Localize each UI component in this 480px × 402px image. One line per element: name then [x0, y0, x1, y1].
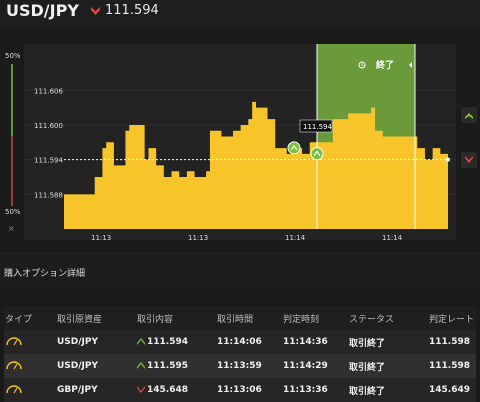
gauge-icon [6, 384, 22, 393]
option-type-icon [4, 354, 56, 378]
table-row[interactable]: GBP/JPY 145.648 11:13:06 11:13:36 取引終了 1… [4, 378, 476, 402]
y-tick-label: 111.594 [34, 157, 63, 165]
asset-cell: USD/JPY [57, 337, 99, 347]
y-tick-label: 111.588 [34, 191, 63, 199]
option-type-icon [4, 330, 56, 354]
trade-time-cell: 11:13:59 [217, 361, 262, 371]
current-price-dot [446, 157, 450, 162]
gauge-bottom-percent: 50% [5, 208, 21, 216]
price-header: USD/JPY 111.594 [0, 0, 480, 28]
sentiment-gauge: 50% 50% × [0, 44, 24, 236]
content-cell: 145.648 [136, 378, 216, 402]
table-row[interactable]: USD/JPY 111.594 11:14:06 11:14:36 取引終了 1… [4, 330, 476, 354]
col-asset: 取引原資産 [57, 314, 103, 325]
status-cell: 取引終了 [349, 362, 386, 373]
col-judge-time: 判定時刻 [283, 314, 320, 325]
judge-time-cell: 11:14:36 [283, 337, 328, 347]
entry-marker [310, 147, 324, 161]
gauge-up-bar [11, 64, 13, 136]
table-header-row: タイプ 取引原資産 取引内容 取引時間 判定時刻 ステータス 判定レート [4, 306, 476, 330]
currency-pair-title: USD/JPY [6, 1, 79, 20]
gauge-icon [6, 336, 22, 345]
status-cell: 取引終了 [349, 338, 386, 349]
col-status: ステータス [349, 314, 395, 325]
y-tick-label: 111.600 [34, 122, 63, 130]
gauge-icon [6, 360, 22, 369]
table-row[interactable]: USD/JPY 111.595 11:13:59 11:14:29 取引終了 1… [4, 354, 476, 378]
col-content: 取引内容 [137, 314, 174, 325]
options-table: タイプ 取引原資産 取引内容 取引時間 判定時刻 ステータス 判定レート USD… [4, 306, 476, 402]
col-rate: 判定レート [429, 314, 475, 325]
col-type: タイプ [5, 314, 33, 325]
close-icon[interactable]: × [8, 224, 15, 233]
asset-cell: USD/JPY [57, 361, 99, 371]
judge-time-cell: 11:14:29 [283, 361, 328, 371]
price-tag: 111.594 [299, 119, 332, 133]
asset-cell: GBP/JPY [57, 385, 98, 395]
section-title: 購入オプション詳細 [4, 269, 86, 279]
status-cell: 取引終了 [349, 386, 386, 397]
gauge-down-bar [11, 136, 13, 206]
rate-cell: 145.649 [429, 385, 470, 395]
section-header: 購入オプション詳細 [0, 252, 480, 289]
x-tick-label: 11:14 [285, 234, 306, 240]
content-cell: 111.594 [136, 330, 216, 354]
x-tick-label: 11:13 [91, 234, 111, 240]
option-type-icon [4, 378, 56, 402]
down-arrow-icon [137, 386, 145, 393]
rate-cell: 111.598 [429, 361, 470, 371]
side-call-button[interactable] [461, 107, 477, 123]
entry-marker [287, 141, 301, 155]
price-chart: 111.606 111.600 111.594 111.588 11:13 11:13 1… [24, 44, 456, 240]
content-cell: 111.595 [136, 354, 216, 378]
x-tick-label: 11:14 [382, 234, 403, 240]
up-arrow-icon [137, 362, 145, 369]
end-button[interactable]: 終了 [376, 59, 394, 71]
current-price: 111.594 [105, 3, 159, 18]
trade-time-cell: 11:13:06 [217, 385, 262, 395]
trade-time-cell: 11:14:06 [217, 337, 262, 347]
x-tick-label: 11:13 [188, 234, 208, 240]
up-arrow-icon [465, 113, 473, 119]
col-trade-time: 取引時間 [217, 314, 254, 325]
gauge-top-percent: 50% [5, 52, 21, 60]
side-put-button[interactable] [461, 152, 477, 168]
up-arrow-icon [137, 338, 145, 345]
rate-cell: 111.598 [429, 337, 470, 347]
down-arrow-icon [91, 7, 100, 15]
y-tick-label: 111.606 [34, 87, 63, 95]
svg-text:111.594: 111.594 [303, 123, 332, 131]
down-arrow-icon [465, 156, 473, 163]
judge-time-cell: 11:13:36 [283, 385, 328, 395]
